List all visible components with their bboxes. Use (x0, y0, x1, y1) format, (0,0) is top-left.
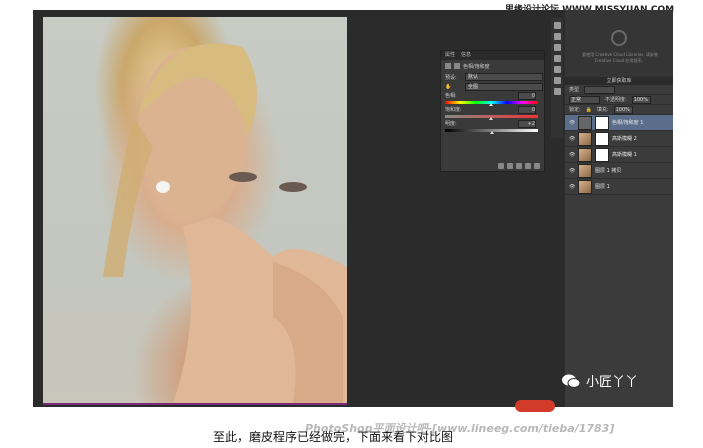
layer-thumbnail (578, 115, 592, 130)
wechat-icon (562, 374, 580, 388)
tab-properties[interactable]: 属性 (445, 51, 455, 60)
lock-label: 锁定: (569, 107, 581, 113)
photoshop-window: 属性 信息 色相/饱和度 预设: 默认 ✋ 全图 色相: 0 饱和度: 0 明度… (33, 10, 673, 407)
layer-row[interactable]: 👁 高斯模糊 2 (565, 131, 673, 147)
visibility-icon[interactable] (525, 163, 531, 169)
layer-thumbnail (578, 131, 592, 146)
history-icon[interactable] (553, 22, 561, 29)
channel-select[interactable]: 全图 (465, 83, 543, 91)
kind-label: 类型 (569, 87, 580, 93)
layer-row[interactable]: 👁 高斯模糊 1 (565, 147, 673, 163)
eye-icon[interactable]: 👁 (569, 152, 575, 158)
trash-icon[interactable] (534, 163, 540, 169)
preset-label: 预设: (445, 74, 457, 81)
saturation-slider[interactable]: 饱和度: 0 (441, 106, 544, 120)
creative-cloud-icon (611, 30, 627, 46)
layer-filter-row: 类型 (565, 85, 673, 95)
layer-name: 色相/饱和度 1 (612, 120, 644, 126)
layer-thumbnail (578, 179, 592, 194)
layer-mask-thumbnail (595, 115, 609, 130)
corner-logo (515, 400, 555, 412)
layer-name: 高斯模糊 1 (612, 152, 637, 158)
paragraph-icon[interactable] (553, 77, 561, 84)
hue-value[interactable]: 0 (518, 92, 536, 100)
character-icon[interactable] (553, 88, 561, 95)
blend-row: 正常 不透明度: 100% (565, 95, 673, 105)
lock-icon[interactable]: 🔒 (586, 107, 592, 113)
layer-thumbnail (578, 163, 592, 178)
layer-row[interactable]: 👁 色相/饱和度 1 (565, 115, 673, 131)
panel-icon-column (551, 18, 563, 138)
preset-select[interactable]: 默认 (465, 73, 543, 81)
lightness-value[interactable]: +2 (518, 120, 536, 128)
view-previous-icon[interactable] (507, 163, 513, 169)
fill-input[interactable]: 100% (613, 105, 633, 114)
eye-icon[interactable]: 👁 (569, 120, 575, 126)
kind-select[interactable] (584, 85, 616, 94)
wechat-watermark: 小匠丫丫 (562, 371, 638, 390)
fill-label: 填充: (596, 107, 609, 113)
properties-panel: 属性 信息 色相/饱和度 预设: 默认 ✋ 全图 色相: 0 饱和度: 0 明度… (440, 50, 545, 172)
lightness-thumb[interactable] (490, 131, 494, 134)
eye-icon[interactable]: 👁 (569, 168, 575, 174)
lock-row: 锁定: 🔒 填充: 100% (565, 105, 673, 115)
hue-slider[interactable]: 色相: 0 (441, 92, 544, 106)
brush-icon[interactable] (553, 55, 561, 62)
opacity-label: 不透明度: (605, 97, 627, 103)
portrait-photo (43, 17, 347, 405)
layer-name: 图层 1 拷贝 (595, 168, 622, 174)
layer-mask-thumbnail (595, 131, 609, 146)
saturation-label: 饱和度: (445, 107, 462, 113)
info-icon[interactable] (553, 44, 561, 51)
hand-tool-icon[interactable]: ✋ (445, 84, 461, 90)
layer-name: 高斯模糊 2 (612, 136, 637, 142)
get-library-button[interactable]: 立即获取库 (565, 77, 673, 85)
layer-name: 图层 1 (595, 184, 610, 190)
eye-icon[interactable]: 👁 (569, 184, 575, 190)
panel-title: 色相/饱和度 (463, 63, 490, 70)
opacity-input[interactable]: 100% (631, 95, 651, 104)
blend-mode-select[interactable]: 正常 (569, 95, 600, 104)
adjust-icon[interactable] (553, 66, 561, 73)
clip-icon[interactable] (498, 163, 504, 169)
layer-mask-thumbnail (595, 147, 609, 162)
lightness-label: 明度: (445, 121, 457, 127)
layer-row[interactable]: 👁 图层 1 拷贝 (565, 163, 673, 179)
actions-icon[interactable] (553, 33, 561, 40)
libraries-panel: 要使用 Creative Cloud Libraries, 请安装 Creati… (565, 10, 673, 85)
tab-info[interactable]: 信息 (461, 51, 471, 60)
portrait-drawing (103, 43, 347, 403)
libraries-message: 要使用 Creative Cloud Libraries, 请安装 Creati… (582, 52, 658, 63)
layer-thumbnail (578, 147, 592, 162)
hue-label: 色相: (445, 93, 457, 99)
adjustment-icon (445, 63, 451, 69)
reset-icon[interactable] (516, 163, 522, 169)
layer-row[interactable]: 👁 图层 1 (565, 179, 673, 195)
article-caption: 至此，磨皮程序已经做完，下面来看下对比图 (213, 430, 454, 444)
layers-side-panel: 要使用 Creative Cloud Libraries, 请安装 Creati… (565, 10, 673, 407)
lightness-slider[interactable]: 明度: +2 (441, 120, 544, 134)
eye-icon[interactable]: 👁 (569, 136, 575, 142)
saturation-value[interactable]: 0 (518, 106, 536, 114)
mask-icon[interactable] (454, 63, 460, 69)
wechat-name: 小匠丫丫 (586, 375, 639, 390)
